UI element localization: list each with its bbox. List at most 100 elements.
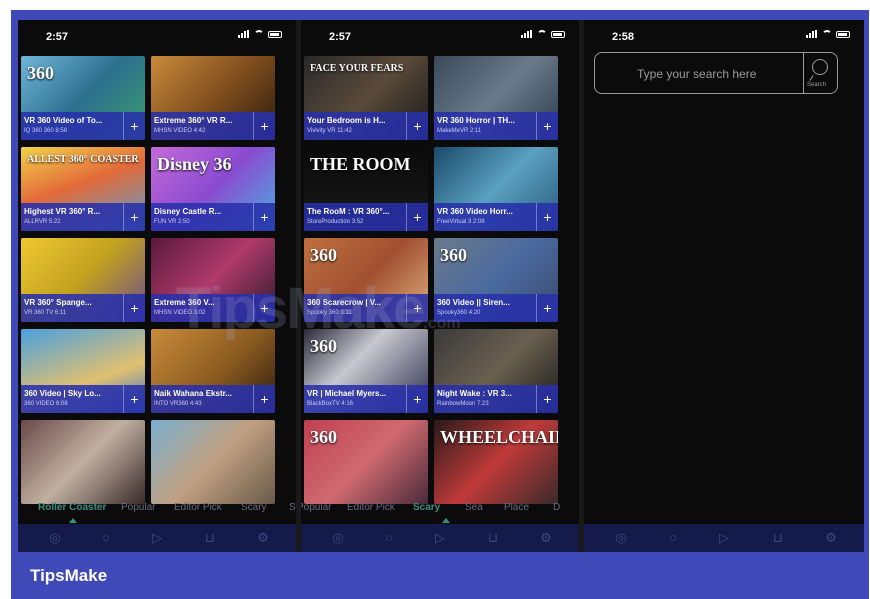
search-field[interactable]: Type your search here Search — [594, 52, 838, 94]
video-card[interactable] — [21, 420, 145, 504]
video-card[interactable]: ALLEST 360° COASTER Highest VR 360° R... A… — [21, 147, 145, 231]
video-meta: BlackBoxTV 4:16 — [307, 401, 354, 407]
search-placeholder[interactable]: Type your search here — [637, 67, 756, 81]
settings-icon[interactable]: ⚙ — [254, 529, 272, 547]
tab-place[interactable]: Place — [504, 502, 529, 513]
video-title[interactable]: VR 360° Spange... — [24, 298, 124, 307]
settings-icon[interactable]: ⚙ — [822, 529, 840, 547]
video-meta: MakeMeVR 2:11 — [437, 128, 482, 134]
video-card[interactable]: THE ROOM The RooM : VR 360°... StoreProduc… — [304, 147, 428, 231]
video-meta: VR 360 TV 6:11 — [24, 310, 67, 316]
video-card[interactable]: 360 — [304, 420, 428, 504]
video-title[interactable]: Naik Wahana Ekstr... — [154, 389, 254, 398]
video-title[interactable]: Highest VR 360° R... — [24, 207, 124, 216]
tab-popular[interactable]: Popular — [121, 502, 155, 513]
video-card[interactable]: FACE YOUR FEARS Your Bedroom is H... Viviv… — [304, 56, 428, 140]
video-caption: 360 Video | Sky Lo... 360 VIDEO 6:08 + — [21, 385, 145, 413]
video-card[interactable]: VR 360 Horror | TH... MakeMeVR 2:11 + — [434, 56, 558, 140]
video-caption: Disney Castle R... FUN VR 2:50 + — [151, 203, 275, 231]
add-to-list-button[interactable]: + — [406, 112, 428, 140]
status-icons — [521, 30, 565, 38]
watermark-text: TipsMake — [176, 276, 425, 341]
cart-icon[interactable]: ⊔ — [484, 529, 502, 547]
cart-icon[interactable]: ⊔ — [769, 529, 787, 547]
video-title[interactable]: VR 360 Horror | TH... — [437, 116, 537, 125]
tab-sea[interactable]: Sea — [465, 502, 483, 513]
thumbnail-overlay-text: ALLEST 360° COASTER — [27, 154, 139, 165]
thumbnail-overlay-text: Disney 36 — [157, 154, 232, 174]
add-to-list-button[interactable]: + — [123, 294, 145, 322]
home-icon[interactable]: ◎ — [612, 529, 630, 547]
video-caption: Highest VR 360° R... ALLRVR 5:22 + — [21, 203, 145, 231]
add-to-list-button[interactable]: + — [536, 294, 558, 322]
add-to-list-button[interactable]: + — [536, 112, 558, 140]
add-to-list-button[interactable]: + — [536, 203, 558, 231]
video-meta: IQ 360 360 8:58 — [24, 128, 68, 134]
play-icon[interactable]: ▷ — [431, 529, 449, 547]
add-to-list-button[interactable]: + — [123, 203, 145, 231]
add-to-list-button[interactable]: + — [406, 203, 428, 231]
add-to-list-button[interactable]: + — [406, 385, 428, 413]
add-to-list-button[interactable]: + — [253, 203, 275, 231]
status-bar: 2:57 — [301, 20, 579, 56]
search-icon[interactable]: ○ — [380, 529, 398, 547]
video-card[interactable]: VR 360 Video Horr... FreeVirtual 3 2:08 + — [434, 147, 558, 231]
tab-popular[interactable]: Popular — [301, 502, 331, 513]
video-title[interactable]: Night Wake : VR 3... — [437, 389, 537, 398]
video-meta: StoreProduction 3:52 — [307, 219, 364, 225]
video-meta: FUN VR 2:50 — [154, 219, 190, 225]
video-caption: VR 360° Spange... VR 360 TV 6:11 + — [21, 294, 145, 322]
bottom-nav: ◎ ○ ▷ ⊔ ⚙ — [301, 524, 579, 552]
settings-icon[interactable]: ⚙ — [537, 529, 555, 547]
tab-scary[interactable]: Scary — [413, 502, 440, 513]
video-title[interactable]: Your Bedroom is H... — [307, 116, 407, 125]
thumbnail-overlay-text: 360 — [310, 245, 337, 265]
thumbnail-overlay-text: FACE YOUR FEARS — [310, 63, 404, 74]
search-icon[interactable]: ○ — [664, 529, 682, 547]
video-title[interactable]: VR 360 Video Horr... — [437, 207, 537, 216]
video-caption: Your Bedroom is H... Vivivity VR 11:42 + — [304, 112, 428, 140]
video-meta: 360 VIDEO 6:08 — [24, 401, 68, 407]
video-title[interactable]: Disney Castle R... — [154, 207, 254, 216]
add-to-list-button[interactable]: + — [123, 112, 145, 140]
search-icon[interactable]: ○ — [97, 529, 115, 547]
video-title[interactable]: VR | Michael Myers... — [307, 389, 407, 398]
video-caption: VR 360 Video Horr... FreeVirtual 3 2:08 + — [434, 203, 558, 231]
add-to-list-button[interactable]: + — [253, 385, 275, 413]
watermark-suffix: .com — [423, 315, 461, 332]
tab-roller-coaster[interactable]: Roller Coaster — [38, 502, 106, 513]
video-card[interactable]: WHEELCHAIR — [434, 420, 558, 504]
video-title[interactable]: VR 360 Video of To... — [24, 116, 124, 125]
play-icon[interactable]: ▷ — [148, 529, 166, 547]
add-to-list-button[interactable]: + — [123, 385, 145, 413]
search-button-label: Search — [807, 82, 827, 88]
video-title[interactable]: Extreme 360° VR R... — [154, 116, 254, 125]
play-icon[interactable]: ▷ — [715, 529, 733, 547]
tab-scary[interactable]: Scary — [241, 502, 267, 513]
status-time: 2:57 — [329, 31, 352, 43]
battery-icon — [551, 30, 565, 38]
video-card[interactable]: 360 VR 360 Video of To... IQ 360 360 8:58 + — [21, 56, 145, 140]
tab-d[interactable]: D — [553, 502, 560, 513]
add-to-list-button[interactable]: + — [253, 112, 275, 140]
thumbnail-overlay-text: THE ROOM — [310, 154, 411, 174]
category-tabs: Popular Editor Pick Scary Sea Place D — [301, 498, 579, 520]
status-icons — [806, 30, 850, 38]
video-meta: FreeVirtual 3 2:08 — [437, 219, 485, 225]
home-icon[interactable]: ◎ — [46, 529, 64, 547]
video-card[interactable]: Extreme 360° VR R... MHSN VIDEO 4:42 + — [151, 56, 275, 140]
video-card[interactable]: 360 Video | Sky Lo... 360 VIDEO 6:08 + — [21, 329, 145, 413]
tab-s[interactable]: S — [289, 502, 296, 513]
video-title[interactable]: 360 Video | Sky Lo... — [24, 389, 124, 398]
cart-icon[interactable]: ⊔ — [201, 529, 219, 547]
add-to-list-button[interactable]: + — [536, 385, 558, 413]
video-card[interactable]: Disney 36 Disney Castle R... FUN VR 2:50 + — [151, 147, 275, 231]
home-icon[interactable]: ◎ — [329, 529, 347, 547]
screens-container: 2:57 360 VR 360 Video of To... IQ 360 360 … — [18, 20, 864, 552]
video-card[interactable] — [151, 420, 275, 504]
tab-editor-pick[interactable]: Editor Pick — [347, 502, 395, 513]
tab-editor-pick[interactable]: Editor Pick — [174, 502, 222, 513]
search-button[interactable]: Search — [804, 53, 839, 95]
video-card[interactable]: VR 360° Spange... VR 360 TV 6:11 + — [21, 238, 145, 322]
video-title[interactable]: The RooM : VR 360°... — [307, 207, 407, 216]
